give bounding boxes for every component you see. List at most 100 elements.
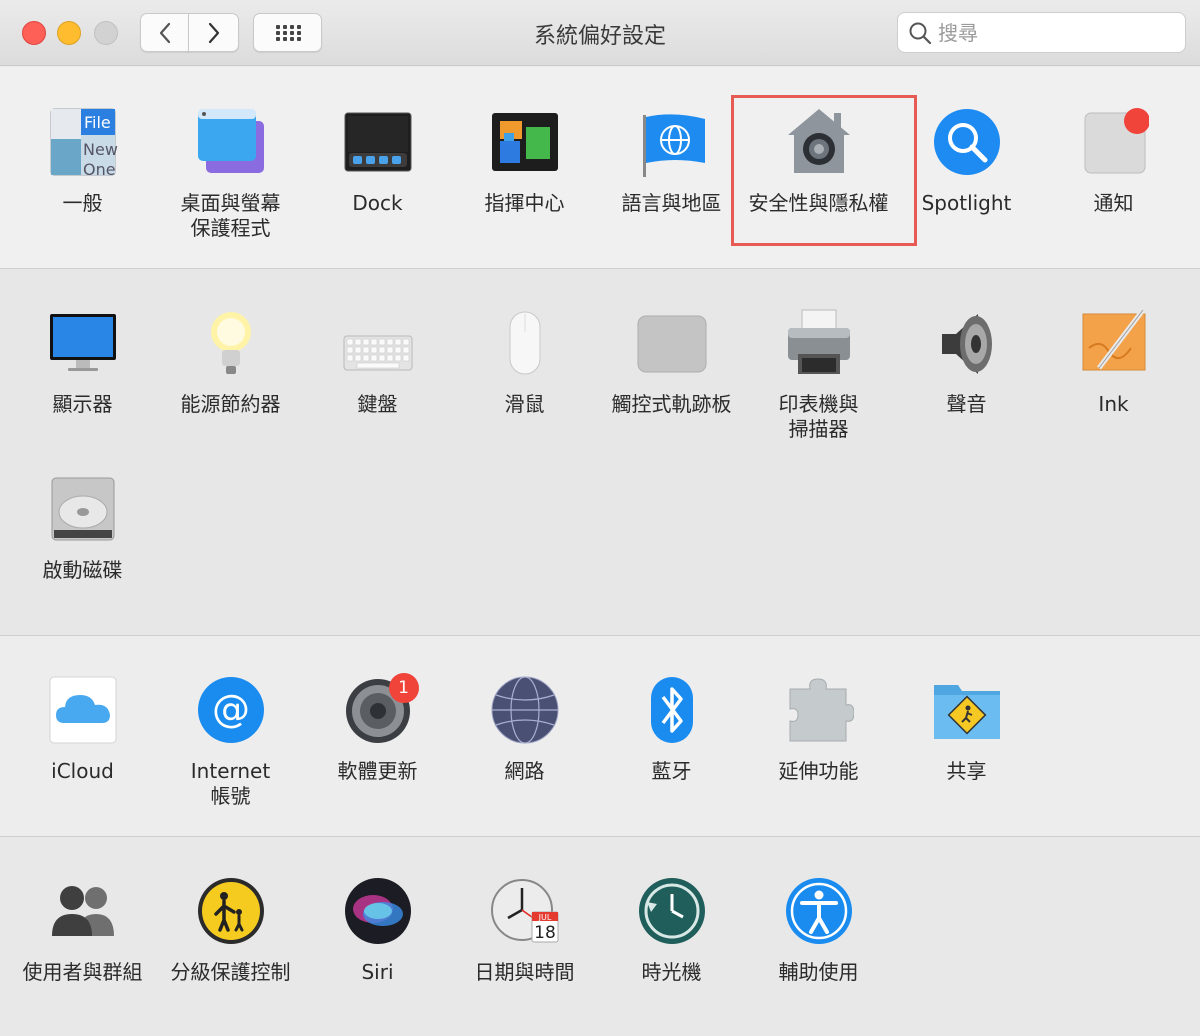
close-button[interactable]	[22, 21, 46, 45]
general-icon-file: File	[84, 113, 111, 132]
language-region-icon	[637, 107, 707, 177]
pane-mouse[interactable]: 滑鼠	[451, 308, 598, 417]
calendar-day: 18	[534, 923, 556, 943]
chevron-right-icon	[208, 22, 219, 43]
keyboard-icon	[343, 308, 413, 378]
pane-label: iCloud	[51, 759, 114, 783]
desktop-screensaver-icon	[196, 107, 266, 177]
pane-label: 語言與地區	[621, 191, 722, 215]
general-icon: File New One	[48, 107, 118, 179]
forward-button[interactable]	[188, 13, 239, 52]
pane-siri[interactable]: Siri	[304, 876, 451, 985]
pane-sharing[interactable]: 共享	[893, 675, 1040, 784]
pane-accessibility[interactable]: 輔助使用	[745, 876, 892, 985]
sharing-icon	[932, 675, 1002, 745]
spotlight-icon	[932, 107, 1002, 177]
title-bar: 系統偏好設定	[0, 0, 1200, 66]
pane-label: Siri	[361, 960, 394, 984]
search-input[interactable]	[938, 20, 1178, 45]
pane-label: Ink	[1098, 392, 1129, 416]
trackpad-icon	[637, 308, 707, 378]
show-all-button[interactable]	[253, 13, 322, 52]
pane-time-machine[interactable]: 時光機	[598, 876, 745, 985]
pane-startup-disk[interactable]: 啟動磁碟	[9, 474, 156, 583]
pane-printers-scanners[interactable]: 印表機與 掃描器	[745, 308, 892, 442]
pane-label: Dock	[352, 191, 403, 215]
pane-parental-controls[interactable]: 分級保護控制	[157, 876, 304, 985]
pane-label: 桌面與螢幕 保護程式	[180, 191, 281, 240]
pane-displays[interactable]: 顯示器	[9, 308, 156, 417]
window-title: 系統偏好設定	[533, 24, 666, 49]
update-badge: 1	[388, 673, 419, 703]
pane-keyboard[interactable]: 鍵盤	[304, 308, 451, 417]
siri-icon	[343, 876, 413, 946]
pane-general[interactable]: File New One 一般	[9, 107, 156, 216]
pane-label: 聲音	[946, 392, 987, 416]
svg-text:@: @	[212, 687, 250, 731]
dock-icon	[343, 107, 413, 177]
calendar-month: JUL	[537, 913, 551, 922]
general-icon-new: New	[83, 140, 118, 159]
pane-label: Internet 帳號	[190, 759, 271, 808]
pane-label: 共享	[946, 759, 987, 783]
pane-desktop-screensaver[interactable]: 桌面與螢幕 保護程式	[157, 107, 304, 241]
pane-label: 鍵盤	[357, 392, 398, 416]
extensions-icon	[784, 675, 855, 745]
back-button[interactable]	[140, 13, 189, 52]
parental-controls-icon	[196, 876, 266, 946]
sound-icon	[932, 308, 1002, 378]
network-icon	[490, 675, 560, 745]
pane-label: 能源節約器	[180, 392, 281, 416]
grid-icon	[275, 24, 301, 41]
accessibility-icon	[784, 876, 854, 946]
pane-bluetooth[interactable]: 藍牙	[598, 675, 745, 784]
pane-ink[interactable]: Ink	[1040, 308, 1187, 417]
date-time-icon: JUL 18	[490, 876, 560, 946]
pane-label: 顯示器	[52, 392, 113, 416]
software-update-icon: 1	[343, 673, 419, 745]
pane-extensions[interactable]: 延伸功能	[745, 675, 892, 784]
pane-notifications[interactable]: 通知	[1040, 107, 1187, 216]
pane-label: 延伸功能	[778, 759, 859, 783]
energy-saver-icon	[196, 308, 266, 378]
pane-icloud[interactable]: iCloud	[9, 675, 156, 784]
printers-scanners-icon	[784, 308, 854, 378]
pane-trackpad[interactable]: 觸控式軌跡板	[598, 308, 745, 417]
pane-sound[interactable]: 聲音	[893, 308, 1040, 417]
pane-label: 分級保護控制	[170, 960, 291, 984]
pane-users-groups[interactable]: 使用者與群組	[9, 876, 156, 985]
pane-label: 軟體更新	[337, 759, 418, 783]
users-groups-icon	[48, 876, 118, 946]
pane-label: 時光機	[641, 960, 702, 984]
pane-mission-control[interactable]: 指揮中心	[451, 107, 598, 216]
pane-software-update[interactable]: 1 軟體更新	[304, 673, 451, 784]
pane-label: 印表機與 掃描器	[778, 392, 859, 441]
zoom-button[interactable]	[94, 21, 118, 45]
displays-icon	[48, 308, 118, 378]
pane-energy-saver[interactable]: 能源節約器	[157, 308, 304, 417]
search-icon	[909, 22, 932, 44]
pane-label: 一般	[62, 191, 103, 215]
notifications-icon	[1079, 107, 1150, 177]
pane-internet-accounts[interactable]: @ Internet 帳號	[157, 675, 304, 809]
mission-control-icon	[490, 107, 560, 177]
bluetooth-icon	[637, 675, 707, 745]
highlight-box	[731, 95, 917, 246]
search-field[interactable]	[897, 12, 1186, 53]
pane-date-time[interactable]: JUL 18 日期與時間	[451, 876, 598, 985]
pane-label: 通知	[1093, 191, 1134, 215]
pane-dock[interactable]: Dock	[304, 107, 451, 216]
pane-label: 日期與時間	[474, 960, 575, 984]
ink-icon	[1079, 308, 1149, 378]
mouse-icon	[490, 308, 560, 378]
pane-label: 指揮中心	[484, 191, 565, 215]
internet-accounts-icon: @	[196, 675, 266, 745]
chevron-left-icon	[159, 22, 170, 43]
pane-language-region[interactable]: 語言與地區	[598, 107, 745, 216]
pane-label: 使用者與群組	[22, 960, 143, 984]
time-machine-icon	[637, 876, 707, 946]
minimize-button[interactable]	[57, 21, 81, 45]
pane-network[interactable]: 網路	[451, 675, 598, 784]
startup-disk-icon	[48, 474, 118, 544]
icloud-icon	[48, 675, 118, 745]
